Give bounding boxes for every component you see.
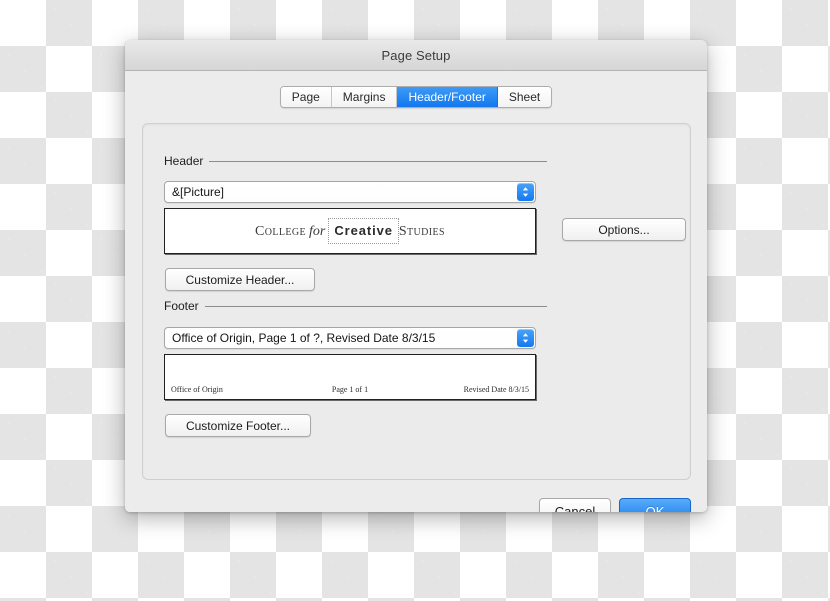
tab-bar: Page Margins Header/Footer Sheet: [125, 86, 707, 108]
tab-header-footer[interactable]: Header/Footer: [397, 87, 498, 107]
footer-preview: Office of Origin Page 1 of 1 Revised Dat…: [164, 354, 536, 400]
footer-preview-center: Page 1 of 1: [331, 385, 369, 394]
up-down-chevron-icon[interactable]: [517, 329, 534, 347]
customize-header-button[interactable]: Customize Header...: [165, 268, 315, 291]
footer-preview-left: Office of Origin: [171, 385, 223, 394]
footer-preview-right: Revised Date 8/3/15: [463, 385, 529, 394]
logo-word-creative: Creative: [328, 218, 399, 244]
up-down-chevron-icon[interactable]: [517, 183, 534, 201]
footer-preview-row: Office of Origin Page 1 of 1 Revised Dat…: [165, 385, 535, 399]
tab-margins[interactable]: Margins: [331, 87, 398, 107]
dialog-titlebar: Page Setup: [125, 40, 707, 71]
options-button[interactable]: Options...: [562, 218, 686, 241]
college-for-creative-studies-logo: College for Creative Studies: [254, 218, 445, 244]
header-combo-value: &[Picture]: [172, 185, 225, 199]
dialog-body: Page Margins Header/Footer Sheet Header …: [125, 71, 707, 512]
tab-page[interactable]: Page: [280, 87, 332, 107]
footer-label-rule: [204, 305, 547, 307]
customize-footer-button[interactable]: Customize Footer...: [165, 414, 311, 437]
footer-combo-value: Office of Origin, Page 1 of ?, Revised D…: [172, 331, 436, 345]
page-setup-dialog: Page Setup Page Margins Header/Footer Sh…: [125, 40, 707, 512]
dialog-title: Page Setup: [381, 47, 451, 63]
screen-backdrop: Page Setup Page Margins Header/Footer Sh…: [0, 0, 830, 601]
header-preview: College for Creative Studies: [164, 208, 536, 254]
footer-group-label: Footer: [164, 299, 547, 313]
cancel-button[interactable]: Cancel: [539, 498, 611, 512]
header-label-rule: [209, 160, 547, 162]
tab-sheet[interactable]: Sheet: [497, 87, 552, 107]
logo-word-studies: Studies: [398, 224, 445, 239]
footer-label-text: Footer: [164, 299, 199, 313]
header-combo-box[interactable]: &[Picture]: [164, 181, 536, 203]
logo-word-college: College: [254, 224, 306, 239]
logo-word-for: for: [309, 224, 326, 239]
ok-button[interactable]: OK: [619, 498, 691, 512]
header-label-text: Header: [164, 154, 204, 168]
header-footer-panel: Header &[Picture] College for Creative S…: [142, 123, 691, 480]
tab-group: Page Margins Header/Footer Sheet: [279, 86, 553, 108]
footer-combo-box[interactable]: Office of Origin, Page 1 of ?, Revised D…: [164, 327, 536, 349]
header-group-label: Header: [164, 154, 547, 168]
